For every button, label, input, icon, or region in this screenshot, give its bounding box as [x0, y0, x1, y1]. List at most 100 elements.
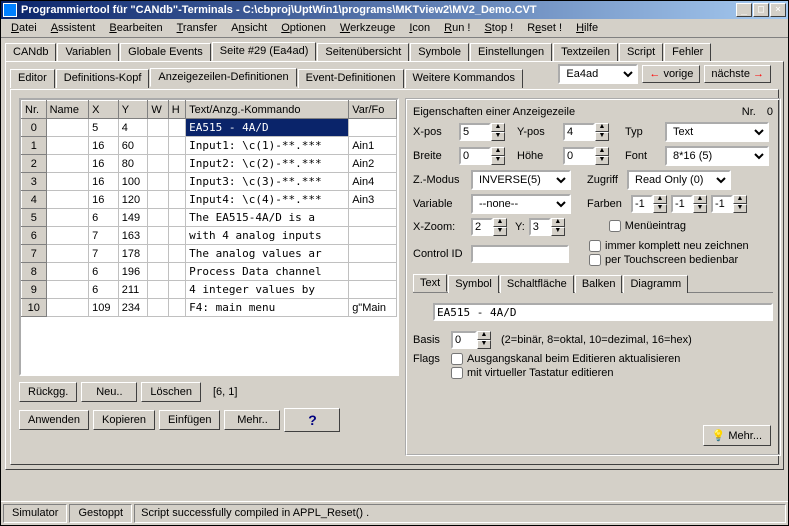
tab-symbole[interactable]: Symbole	[410, 43, 469, 62]
next-page-button[interactable]: nächste →	[704, 65, 771, 83]
farbe2-input[interactable]	[671, 195, 693, 213]
tab-globale-events[interactable]: Globale Events	[120, 43, 211, 62]
tab-event-definitionen[interactable]: Event-Definitionen	[298, 69, 404, 88]
redraw-check[interactable]	[589, 240, 601, 252]
page-select[interactable]: Ea4ad	[558, 64, 638, 84]
farbe1-input[interactable]	[631, 195, 653, 213]
menu-hilfe[interactable]: Hilfe	[570, 21, 604, 35]
tab-variablen[interactable]: Variablen	[57, 43, 119, 62]
zugriff-select[interactable]: Read Only (0)	[627, 170, 731, 190]
menu-werkzeuge[interactable]: Werkzeuge	[334, 21, 401, 35]
col-header[interactable]: X	[89, 101, 119, 119]
yzoom-input[interactable]	[529, 218, 551, 236]
flag-virtkbd-check[interactable]	[451, 367, 463, 379]
col-header[interactable]: Nr.	[22, 101, 47, 119]
bulb-icon: 💡	[712, 430, 726, 442]
xpos-input[interactable]	[459, 123, 491, 141]
basis-input[interactable]	[451, 331, 477, 349]
tab-symbol[interactable]: Symbol	[448, 275, 499, 293]
col-header[interactable]: H	[168, 101, 185, 119]
typ-select[interactable]: Text	[665, 122, 769, 142]
table-row[interactable]: 10109234F4: main menug"Main	[22, 299, 397, 317]
table-row[interactable]: 962114 integer values by	[22, 281, 397, 299]
tab-definitions-kopf[interactable]: Definitions-Kopf	[56, 69, 150, 88]
tab-textzeilen[interactable]: Textzeilen	[553, 43, 618, 62]
table-row[interactable]: 11660Input1: \c(1)-**.***Ain1	[22, 137, 397, 155]
maximize-button[interactable]: □	[753, 3, 769, 17]
tab-balken[interactable]: Balken	[575, 275, 623, 293]
tab-einstellungen[interactable]: Einstellungen	[470, 43, 552, 62]
controlid-input[interactable]	[471, 245, 569, 263]
table-row[interactable]: 054EA515 - 4A/D	[22, 119, 397, 137]
tab-fehler[interactable]: Fehler	[664, 43, 711, 62]
arrow-right-icon: →	[753, 68, 764, 80]
menu-stop[interactable]: Stop !	[478, 21, 519, 35]
tab-schaltfl-che[interactable]: Schaltfläche	[500, 275, 574, 293]
table-row[interactable]: 77178The analog values ar	[22, 245, 397, 263]
tab-candb[interactable]: CANdb	[5, 43, 56, 62]
tab-seiten-bersicht[interactable]: Seitenübersicht	[317, 43, 409, 62]
props-nr-label: Nr.	[742, 106, 756, 118]
tab-weitere-kommandos[interactable]: Weitere Kommandos	[405, 69, 524, 88]
menu-icon[interactable]: Icon	[403, 21, 436, 35]
col-header[interactable]: W	[148, 101, 168, 119]
yzoom-label: Y:	[515, 221, 525, 233]
delete-button[interactable]: Löschen	[141, 382, 201, 402]
col-header[interactable]: Var/Fo	[349, 101, 397, 119]
menu-ansicht[interactable]: Ansicht	[225, 21, 273, 35]
xpos-down[interactable]: ▼	[491, 132, 505, 141]
app-icon	[3, 3, 17, 17]
new-button[interactable]: Neu..	[81, 382, 137, 402]
tab-anzeigezeilen-definitionen[interactable]: Anzeigezeilen-Definitionen	[150, 68, 296, 87]
undo-button[interactable]: Rückgg.	[19, 382, 77, 402]
xpos-label: X-pos	[413, 126, 455, 138]
tab-text[interactable]: Text	[413, 274, 447, 292]
tab-script[interactable]: Script	[619, 43, 663, 62]
col-header[interactable]: Y	[118, 101, 148, 119]
table-row[interactable]: 56149The EA515-4A/D is a	[22, 209, 397, 227]
col-header[interactable]: Name	[46, 101, 88, 119]
display-lines-grid[interactable]: Nr.NameXYWHText/Anzg.-KommandoVar/Fo054E…	[19, 98, 399, 376]
table-row[interactable]: 67163with 4 analog inputs	[22, 227, 397, 245]
variable-select[interactable]: --none--	[471, 194, 571, 214]
table-row[interactable]: 86196Process Data channel	[22, 263, 397, 281]
menu-assistent[interactable]: Assistent	[45, 21, 102, 35]
prev-page-button[interactable]: ← vorige	[642, 65, 700, 83]
help-button[interactable]: ?	[284, 408, 340, 432]
close-button[interactable]: ×	[770, 3, 786, 17]
breite-input[interactable]	[459, 147, 491, 165]
menu-optionen[interactable]: Optionen	[275, 21, 332, 35]
minimize-button[interactable]: _	[736, 3, 752, 17]
paste-button[interactable]: Einfügen	[159, 410, 220, 430]
farbe3-input[interactable]	[711, 195, 733, 213]
more-button[interactable]: Mehr..	[224, 410, 280, 430]
hoehe-input[interactable]	[563, 147, 595, 165]
table-row[interactable]: 21680Input2: \c(2)-**.***Ain2	[22, 155, 397, 173]
tab-diagramm[interactable]: Diagramm	[623, 275, 688, 293]
flag-output-check[interactable]	[451, 353, 463, 365]
tab-editor[interactable]: Editor	[10, 69, 55, 88]
menu-run[interactable]: Run !	[438, 21, 476, 35]
menu-bearbeiten[interactable]: Bearbeiten	[103, 21, 168, 35]
menu-datei[interactable]: Datei	[5, 21, 43, 35]
xpos-up[interactable]: ▲	[491, 123, 505, 132]
tab-seite-29-ea4ad-[interactable]: Seite #29 (Ea4ad)	[212, 42, 317, 61]
col-header[interactable]: Text/Anzg.-Kommando	[186, 101, 349, 119]
menueintrag-check[interactable]	[609, 220, 621, 232]
menu-transfer[interactable]: Transfer	[171, 21, 224, 35]
touchscreen-check[interactable]	[589, 254, 601, 266]
font-select[interactable]: 8*16 (5)	[665, 146, 769, 166]
apply-button[interactable]: Anwenden	[19, 410, 89, 430]
zmodus-select[interactable]: INVERSE(5)	[471, 170, 571, 190]
status-stopped[interactable]: Gestoppt	[69, 504, 132, 523]
properties-panel: Eigenschaften einer Anzeigezeile Nr. 0 X…	[405, 98, 781, 456]
more-props-button[interactable]: 💡 Mehr...	[703, 425, 771, 446]
xzoom-input[interactable]	[471, 218, 493, 236]
ypos-input[interactable]	[563, 123, 595, 141]
status-simulator[interactable]: Simulator	[3, 504, 67, 523]
menu-reset[interactable]: Reset !	[521, 21, 568, 35]
table-row[interactable]: 316100Input3: \c(3)-**.***Ain4	[22, 173, 397, 191]
table-row[interactable]: 416120Input4: \c(4)-**.***Ain3	[22, 191, 397, 209]
copy-button[interactable]: Kopieren	[93, 410, 155, 430]
text-value-input[interactable]	[433, 303, 773, 321]
